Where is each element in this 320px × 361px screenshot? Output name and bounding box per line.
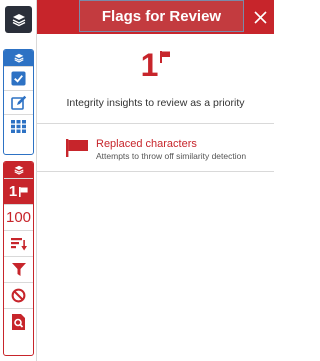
layers-icon — [12, 13, 25, 26]
score-button[interactable]: 100 — [4, 204, 33, 230]
ban-icon — [11, 288, 26, 303]
flag-icon — [66, 139, 88, 157]
summary-description: Integrity insights to review as a priori… — [66, 97, 245, 109]
similarity-report-button[interactable] — [4, 66, 33, 90]
search-document-icon — [12, 313, 25, 330]
grid-icon — [11, 120, 26, 133]
edit-button[interactable] — [4, 90, 33, 114]
flags-button[interactable]: 1 — [4, 178, 33, 204]
layers-icon — [13, 53, 24, 63]
similarity-group-header[interactable] — [4, 50, 33, 66]
flag-item-replaced-characters[interactable]: Replaced characters Attempts to throw of… — [37, 124, 274, 172]
integrity-group: 1 100 — [3, 161, 34, 356]
grid-view-button[interactable] — [4, 114, 33, 138]
exclude-button[interactable] — [4, 282, 33, 308]
sort-icon — [10, 237, 27, 250]
similarity-group — [3, 49, 34, 155]
flag-count-label: 1 — [8, 183, 18, 200]
flag-icon — [19, 186, 28, 197]
flags-summary: 1 Integrity insights to review as a prio… — [37, 34, 274, 124]
layers-button[interactable] — [5, 6, 32, 33]
layers-icon — [13, 165, 24, 175]
flag-total-count: 1 — [140, 47, 159, 83]
integrity-group-header[interactable] — [4, 162, 33, 178]
sort-button[interactable] — [4, 230, 33, 256]
close-icon — [253, 10, 267, 24]
check-square-icon — [11, 71, 26, 86]
flag-item-title: Replaced characters — [96, 138, 197, 150]
filter-icon — [11, 263, 26, 276]
close-button[interactable] — [251, 8, 269, 26]
flag-item-description: Attempts to throw off similarity detecti… — [96, 151, 247, 161]
flag-icon — [160, 51, 171, 63]
panel-title: Flags for Review — [79, 0, 244, 32]
panel-header: Flags for Review — [37, 0, 274, 34]
edit-icon — [10, 95, 26, 110]
search-document-button[interactable] — [4, 308, 33, 334]
score-label: 100 — [5, 209, 32, 226]
filter-button[interactable] — [4, 256, 33, 282]
left-rail: 1 100 — [0, 0, 37, 361]
